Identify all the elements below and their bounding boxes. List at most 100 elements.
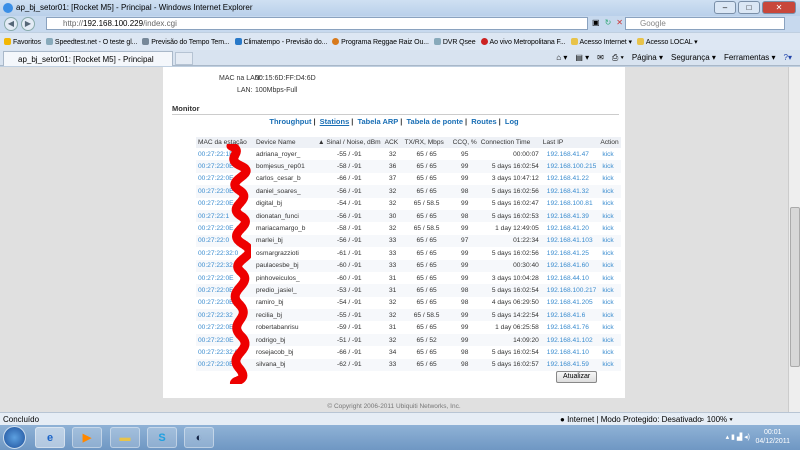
column-header[interactable]: Action bbox=[598, 137, 621, 148]
mail-icon[interactable]: ✉ bbox=[597, 53, 604, 63]
media-player-taskbar-button[interactable]: ▶ bbox=[72, 427, 102, 448]
column-header[interactable]: TX/RX, Mbps bbox=[402, 137, 451, 148]
last-ip-link[interactable]: 192.168.41.76 bbox=[541, 321, 599, 333]
security-zone[interactable]: ● Internet | Modo Protegido: Desativado bbox=[560, 415, 702, 424]
last-ip-link[interactable]: 192.168.100.81 bbox=[541, 198, 599, 210]
search-input[interactable]: Google bbox=[625, 17, 785, 30]
favorite-link[interactable]: Programa Reggae Raiz Ou... bbox=[332, 37, 429, 46]
google-earth-taskbar-button[interactable]: ◐ bbox=[184, 427, 214, 448]
tab-bridge[interactable]: Tabela de ponte bbox=[407, 117, 464, 126]
last-ip-link[interactable]: 192.168.41.47 bbox=[541, 148, 599, 160]
clock[interactable]: 00:01 04/12/2011 bbox=[755, 428, 790, 446]
kick-link[interactable]: kick bbox=[598, 198, 620, 210]
kick-link[interactable]: kick bbox=[598, 333, 621, 347]
address-bar[interactable]: http://192.168.100.229/index.cgi bbox=[46, 17, 588, 30]
system-tray[interactable]: ▴ ▮ ▟ ◂) bbox=[726, 433, 750, 441]
mac-cell[interactable]: 00:27:22:0E bbox=[196, 198, 254, 210]
tools-menu[interactable]: Ferramentas ▾ bbox=[724, 53, 776, 63]
kick-link[interactable]: kick bbox=[598, 160, 621, 173]
favorite-link[interactable]: DVR Qsee bbox=[433, 37, 476, 46]
last-ip-link[interactable]: 192.168.41.59 bbox=[540, 358, 599, 372]
last-ip-link[interactable]: 192.168.100.215 bbox=[540, 160, 599, 173]
mac-cell[interactable]: 00:27:22:0E bbox=[196, 358, 254, 372]
last-ip-link[interactable]: 192.168.41.25 bbox=[541, 247, 599, 259]
favorite-folder[interactable]: Acesso LOCAL ▾ bbox=[636, 37, 698, 46]
close-button[interactable]: ✕ bbox=[762, 1, 796, 14]
last-ip-link[interactable]: 192.168.41.102 bbox=[540, 333, 599, 347]
zoom-level[interactable]: ⌕ 100% ▾ bbox=[700, 415, 733, 425]
page-menu[interactable]: Página ▾ bbox=[632, 53, 663, 63]
browser-tab[interactable]: ap_bj_setor01: [Rocket M5] - Principal bbox=[3, 51, 173, 66]
safety-menu[interactable]: Segurança ▾ bbox=[671, 53, 716, 63]
favorite-folder[interactable]: Acesso Internet ▾ bbox=[570, 37, 632, 46]
tab-arp[interactable]: Tabela ARP bbox=[357, 117, 398, 126]
mac-cell[interactable]: 00:27:22:0E bbox=[196, 321, 254, 333]
favorite-link[interactable]: Ao vivo Metropolitana F... bbox=[480, 37, 566, 46]
column-header[interactable]: ▲ Sinal / Noise, dBm bbox=[316, 137, 383, 148]
kick-link[interactable]: kick bbox=[598, 209, 621, 223]
column-header[interactable]: MAC da estação bbox=[196, 137, 254, 148]
feeds-icon[interactable]: ▤ ▾ bbox=[575, 53, 589, 63]
stop-icon[interactable]: ✕ bbox=[616, 18, 623, 27]
kick-link[interactable]: kick bbox=[598, 234, 621, 248]
kick-link[interactable]: kick bbox=[598, 284, 621, 297]
mac-cell[interactable]: 00:27:22:0E bbox=[196, 272, 254, 284]
last-ip-link[interactable]: 192.168.41.32 bbox=[540, 185, 599, 198]
last-ip-link[interactable]: 192.168.44.10 bbox=[541, 272, 599, 284]
mac-cell[interactable]: 00:27:22:0E bbox=[196, 297, 254, 309]
column-header[interactable]: Connection Time bbox=[478, 137, 541, 148]
favorite-link[interactable]: Speedtest.net - O teste gl... bbox=[45, 37, 137, 46]
scrollbar-thumb[interactable] bbox=[790, 207, 800, 367]
mac-cell[interactable]: 00:27:22:1 bbox=[196, 209, 254, 223]
kick-link[interactable]: kick bbox=[598, 346, 620, 358]
kick-link[interactable]: kick bbox=[598, 173, 620, 185]
maximize-button[interactable]: □ bbox=[738, 1, 760, 14]
mac-cell[interactable]: 00:27:22:1E bbox=[196, 148, 254, 160]
mac-cell[interactable]: 00:27:22:0E bbox=[196, 222, 254, 234]
kick-link[interactable]: kick bbox=[598, 247, 620, 259]
ie-taskbar-button[interactable]: e bbox=[35, 427, 65, 448]
tab-log[interactable]: Log bbox=[505, 117, 519, 126]
skype-taskbar-button[interactable]: S bbox=[147, 427, 177, 448]
kick-link[interactable]: kick bbox=[598, 222, 620, 234]
kick-link[interactable]: kick bbox=[598, 309, 621, 322]
kick-link[interactable]: kick bbox=[598, 272, 620, 284]
explorer-taskbar-button[interactable]: ▬ bbox=[110, 427, 140, 448]
minimize-button[interactable]: – bbox=[714, 1, 736, 14]
last-ip-link[interactable]: 192.168.100.217 bbox=[540, 284, 599, 297]
kick-link[interactable]: kick bbox=[598, 358, 621, 372]
new-tab-button[interactable] bbox=[175, 52, 193, 65]
compat-view-icon[interactable]: ▣ bbox=[592, 18, 600, 27]
forward-button[interactable]: ▶ bbox=[21, 17, 35, 31]
last-ip-link[interactable]: 192.168.41.103 bbox=[540, 234, 599, 248]
mac-cell[interactable]: 00:27:22:0E bbox=[196, 173, 254, 185]
kick-link[interactable]: kick bbox=[598, 297, 620, 309]
kick-link[interactable]: kick bbox=[598, 321, 620, 333]
kick-link[interactable]: kick bbox=[598, 185, 621, 198]
tab-routes[interactable]: Routes bbox=[471, 117, 496, 126]
vertical-scrollbar[interactable] bbox=[788, 67, 800, 412]
favorites-button[interactable]: Favoritos bbox=[4, 37, 41, 46]
mac-cell[interactable]: 00:27:22:0E bbox=[196, 160, 254, 173]
kick-link[interactable]: kick bbox=[598, 259, 621, 272]
last-ip-link[interactable]: 192.168.41.6 bbox=[540, 309, 599, 322]
mac-cell[interactable]: 00:27:22:32 bbox=[196, 309, 254, 322]
favorite-link[interactable]: Climatempo - Previsão do... bbox=[234, 37, 327, 46]
help-icon[interactable]: ?▾ bbox=[784, 53, 792, 63]
column-header[interactable]: ACK bbox=[382, 137, 403, 148]
mac-cell[interactable]: 00:27:22:0E bbox=[196, 333, 254, 347]
start-button[interactable] bbox=[3, 426, 26, 449]
last-ip-link[interactable]: 192.168.41.22 bbox=[541, 173, 599, 185]
home-icon[interactable]: ⌂ ▾ bbox=[556, 53, 567, 63]
mac-cell[interactable]: 00:27:22:32:0 bbox=[196, 259, 254, 272]
last-ip-link[interactable]: 192.168.41.10 bbox=[541, 346, 599, 358]
last-ip-link[interactable]: 192.168.41.205 bbox=[541, 297, 599, 309]
mac-cell[interactable]: 00:27:22:32:0 bbox=[196, 346, 254, 358]
column-header[interactable]: Last IP bbox=[540, 137, 599, 148]
favorite-link[interactable]: Previsão do Tempo Tem... bbox=[142, 37, 230, 46]
column-header[interactable]: CCQ, % bbox=[450, 137, 479, 148]
last-ip-link[interactable]: 192.168.41.20 bbox=[541, 222, 599, 234]
mac-cell[interactable]: 00:27:22:0 bbox=[196, 234, 254, 248]
back-button[interactable]: ◀ bbox=[4, 17, 18, 31]
tab-stations[interactable]: Stations bbox=[320, 117, 350, 126]
